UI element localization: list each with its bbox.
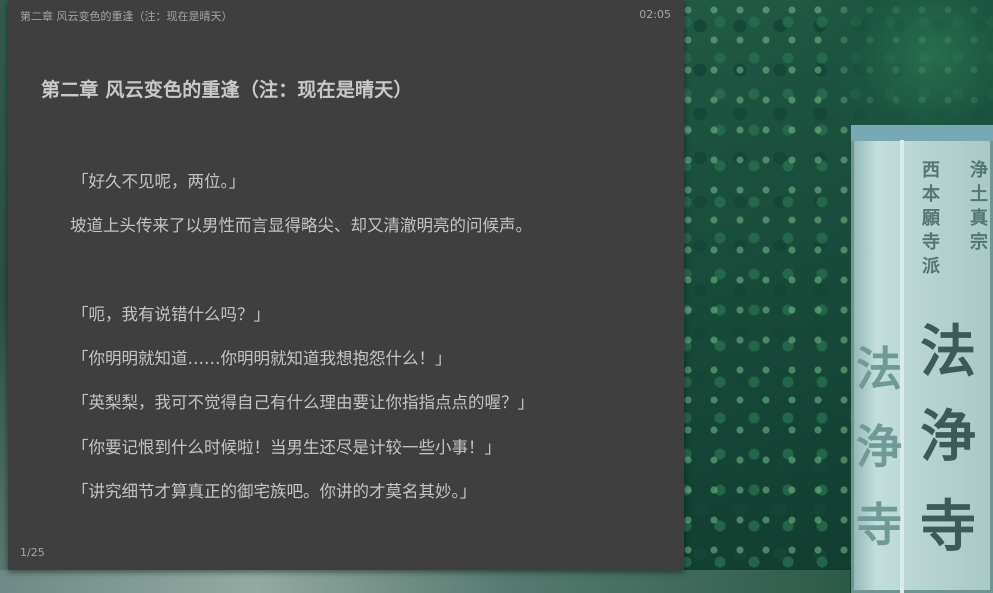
sign-side-char: 浄 (856, 420, 902, 474)
paragraph: 坡道上头传来了以男性而言显得略尖、却又清澈明亮的问候声。 (70, 216, 532, 235)
sign-small-char: 真 (970, 208, 988, 229)
sign-side-char: 法 (856, 342, 902, 396)
paragraph: 「呃，我有说错什么吗？」 (72, 305, 270, 324)
paragraph: 「英梨梨，我可不觉得自己有什么理由要让你指指点点的喔？」 (72, 393, 534, 412)
sign-small-char: 浄 (970, 160, 988, 181)
reading-content[interactable]: 「好久不见呢，两位。」 坡道上头传来了以男性而言显得略尖、却又清澈明亮的问候声。… (8, 0, 684, 570)
sign-big-char: 浄 (920, 405, 976, 470)
page-indicator: 1/25 (20, 546, 45, 559)
left-edge-strip (0, 0, 8, 593)
paragraph: 「讲究细节才算真正的御宅族吧。你讲的才莫名其妙。」 (72, 482, 477, 501)
temple-sign-cap (851, 125, 993, 141)
reader-panel[interactable]: 第二章 风云变色的重逢（注：现在是晴天） 02:05 第二章 风云变色的重逢（注… (8, 0, 684, 570)
bottom-path-strip (0, 570, 850, 593)
sign-small-char: 土 (970, 184, 988, 205)
sign-side-char: 寺 (856, 498, 902, 552)
sign-small-char: 宗 (970, 232, 988, 253)
sign-small-char: 派 (922, 256, 940, 277)
paragraph: 「你要记恨到什么时候啦！当男生还尽是计较一些小事！」 (72, 438, 501, 457)
sign-small-char: 西 (922, 160, 940, 181)
paragraph: 「你明明就知道……你明明就知道我想抱怨什么！」 (72, 349, 452, 368)
sign-small-char: 寺 (922, 232, 940, 253)
foliage-highlight (840, 0, 993, 140)
sign-side-column: 法 浄 寺 (856, 330, 902, 564)
sign-big-char: 法 (920, 320, 976, 385)
sign-small-char: 願 (922, 208, 940, 229)
sign-small-char: 本 (922, 184, 940, 205)
paragraph: 「好久不见呢，两位。」 (72, 172, 246, 191)
sign-big-char: 寺 (920, 495, 976, 560)
